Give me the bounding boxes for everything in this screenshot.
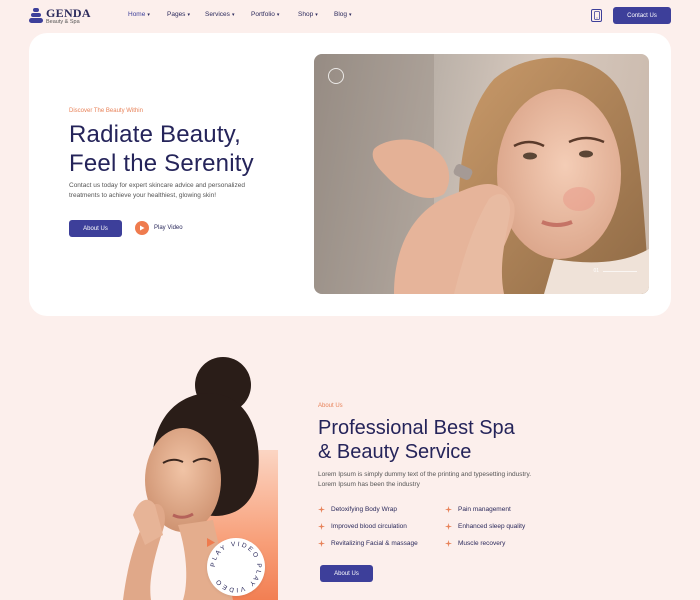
site-header: GENDA Beauty & Spa Home ▾ Pages ▾ Services… bbox=[0, 0, 700, 32]
hero-image: 01 bbox=[314, 54, 649, 294]
feature-list: Detoxifying Body Wrap Pain management Im… bbox=[318, 505, 558, 548]
chevron-down-icon: ▾ bbox=[315, 11, 318, 18]
nav-item-shop[interactable]: Shop ▾ bbox=[298, 11, 334, 18]
phone-icon bbox=[593, 11, 600, 20]
hero-title-line2: Feel the Serenity bbox=[69, 150, 254, 177]
feature-label: Enhanced sleep quality bbox=[458, 523, 526, 530]
svg-text:PLAY VIDEO PLAY VIDEO: PLAY VIDEO PLAY VIDEO bbox=[210, 541, 262, 593]
feature-label: Revitalizing Facial & massage bbox=[331, 540, 418, 547]
feature-item: Detoxifying Body Wrap bbox=[318, 505, 445, 514]
hero-title-line1: Radiate Beauty, bbox=[69, 121, 241, 148]
hero-description: Contact us today for expert skincare adv… bbox=[69, 182, 245, 199]
feature-item: Pain management bbox=[445, 505, 558, 514]
chevron-down-icon: ▾ bbox=[231, 11, 235, 18]
slide-number: 01 bbox=[593, 268, 599, 274]
chevron-down-icon: ▾ bbox=[349, 11, 352, 18]
sparkle-icon bbox=[445, 506, 452, 513]
sparkle-icon bbox=[318, 540, 325, 547]
contact-us-button[interactable]: Contact Us bbox=[613, 7, 671, 24]
feature-item: Improved blood circulation bbox=[318, 522, 445, 531]
play-video-badge[interactable]: PLAY VIDEO PLAY VIDEO bbox=[207, 538, 265, 596]
feature-label: Muscle recovery bbox=[458, 540, 506, 547]
woman-face-illustration bbox=[314, 54, 649, 294]
about-title-line1: Professional Best Spa bbox=[318, 417, 515, 439]
feature-label: Improved blood circulation bbox=[331, 523, 407, 530]
feature-item: Enhanced sleep quality bbox=[445, 522, 558, 531]
main-nav: Home ▾ Pages ▾ Services ▾ Portfolio ▾ Shop ▾ … bbox=[128, 11, 364, 18]
nav-item-label: Shop bbox=[298, 11, 314, 18]
about-title-line2: & Beauty Service bbox=[318, 441, 472, 463]
hero-section: Discover The Beauty Within Radiate Beaut… bbox=[29, 33, 671, 316]
stones-icon bbox=[29, 8, 43, 24]
play-video-label: Play Video bbox=[154, 225, 183, 231]
nav-item-label: Home bbox=[128, 11, 146, 18]
about-us-button[interactable]: About Us bbox=[69, 220, 122, 237]
feature-label: Detoxifying Body Wrap bbox=[331, 506, 397, 513]
play-video-button[interactable]: Play Video bbox=[135, 221, 183, 235]
nav-item-services[interactable]: Services ▾ bbox=[205, 11, 251, 18]
nav-item-pages[interactable]: Pages ▾ bbox=[167, 11, 205, 18]
sparkle-icon bbox=[318, 506, 325, 513]
hero-title: Radiate Beauty, Feel the Serenity bbox=[69, 120, 254, 178]
about-description: Lorem Ipsum is simply dummy text of the … bbox=[318, 471, 532, 488]
feature-item: Muscle recovery bbox=[445, 539, 558, 548]
loading-ring-icon bbox=[328, 68, 344, 84]
nav-item-label: Blog bbox=[334, 11, 348, 18]
play-icon bbox=[135, 221, 149, 235]
nav-item-home[interactable]: Home ▾ bbox=[128, 11, 167, 18]
brand-logo[interactable]: GENDA Beauty & Spa bbox=[29, 7, 91, 26]
about-title: Professional Best Spa & Beauty Service bbox=[318, 416, 515, 464]
about-us-button-secondary[interactable]: About Us bbox=[320, 565, 373, 582]
nav-item-portfolio[interactable]: Portfolio ▾ bbox=[251, 11, 298, 18]
nav-item-label: Services bbox=[205, 11, 230, 18]
about-kicker: About Us bbox=[318, 403, 343, 409]
sparkle-icon bbox=[445, 540, 452, 547]
play-icon bbox=[207, 538, 215, 547]
phone-button[interactable] bbox=[591, 9, 602, 22]
sparkle-icon bbox=[445, 523, 452, 530]
nav-item-label: Pages bbox=[167, 11, 186, 18]
feature-label: Pain management bbox=[458, 506, 511, 513]
rotating-text-ring: PLAY VIDEO PLAY VIDEO bbox=[210, 541, 262, 593]
slide-progress-line bbox=[603, 270, 637, 272]
sparkle-icon bbox=[318, 523, 325, 530]
hero-kicker: Discover The Beauty Within bbox=[69, 108, 143, 114]
slider-indicator[interactable]: 01 bbox=[593, 268, 637, 274]
play-badge-text: PLAY VIDEO PLAY VIDEO bbox=[210, 541, 260, 593]
nav-item-label: Portfolio bbox=[251, 11, 275, 18]
brand-name: GENDA bbox=[46, 6, 91, 20]
chevron-down-icon: ▾ bbox=[187, 11, 190, 18]
nav-item-blog[interactable]: Blog ▾ bbox=[334, 11, 364, 18]
feature-item: Revitalizing Facial & massage bbox=[318, 539, 445, 548]
brand-tagline: Beauty & Spa bbox=[46, 19, 80, 25]
chevron-down-icon: ▾ bbox=[276, 11, 280, 18]
chevron-down-icon: ▾ bbox=[147, 11, 150, 18]
